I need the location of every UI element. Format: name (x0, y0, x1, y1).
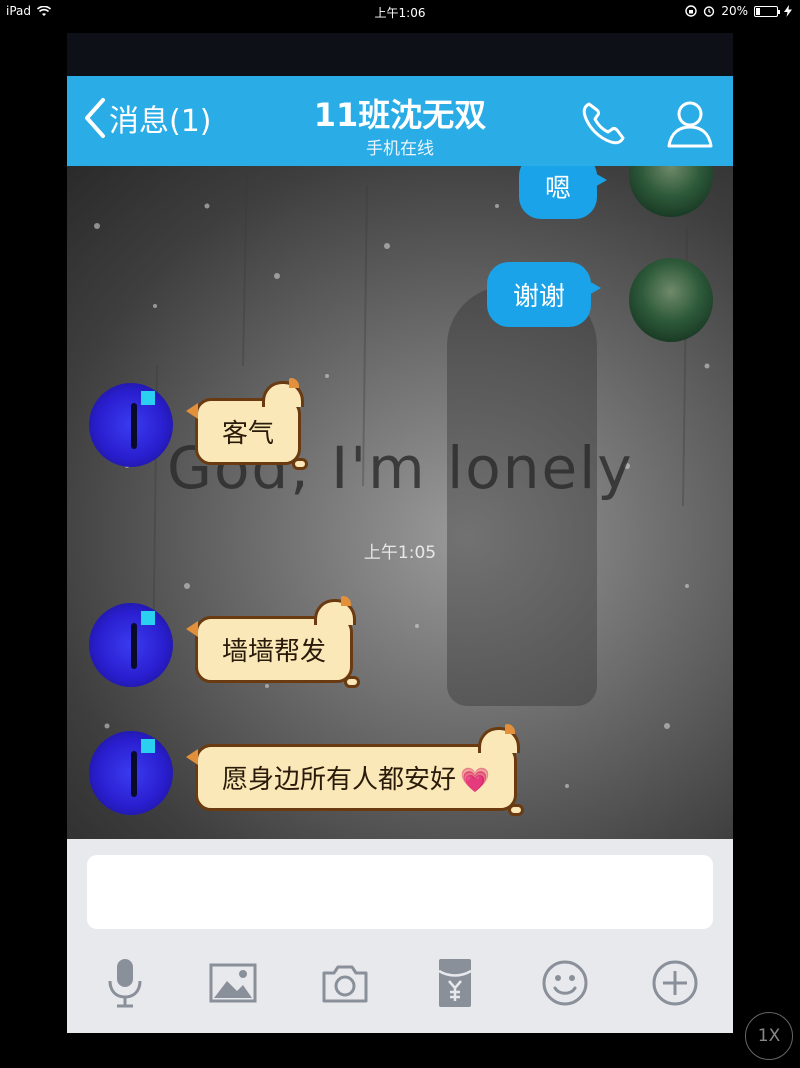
heart-emoji: 💗 (460, 766, 490, 794)
message-text: 客气 (222, 419, 275, 449)
message-text: 愿身边所有人都安好 (222, 765, 457, 795)
message-bubble-out[interactable]: 嗯 (519, 166, 608, 219)
status-right: 20% (685, 4, 792, 18)
charging-icon (784, 5, 792, 17)
zoom-label: 1X (757, 1026, 781, 1046)
battery-icon (754, 5, 780, 17)
message-text: 墙墙帮发 (222, 637, 327, 667)
phone-icon[interactable] (577, 96, 631, 150)
status-bar: iPad 上午1:06 20% (0, 0, 800, 22)
nav-bar: 消息(1) 11班沈无双 手机在线 (67, 76, 733, 166)
chat-title: 11班沈无双 (313, 96, 487, 134)
app-window: 消息(1) 11班沈无双 手机在线 God, I'm lonely 嗯 谢谢 客… (67, 33, 733, 1033)
avatar-peer[interactable] (89, 383, 173, 467)
avatar-peer[interactable] (89, 731, 173, 815)
camera-icon[interactable] (321, 957, 369, 1009)
app-top-strip (67, 33, 733, 76)
image-icon[interactable] (209, 957, 257, 1009)
rotation-lock-icon (685, 5, 698, 17)
status-time: 上午1:06 (374, 6, 426, 20)
message-bubble-out[interactable]: 谢谢 (487, 262, 602, 327)
red-packet-icon[interactable] (431, 957, 479, 1009)
battery-percent: 20% (721, 4, 748, 18)
chat-area[interactable]: God, I'm lonely 嗯 谢谢 客气 上午1:05 墙墙帮发 愿身边所… (67, 166, 733, 839)
message-input[interactable] (87, 855, 713, 929)
message-timestamp: 上午1:05 (363, 543, 437, 563)
profile-icon[interactable] (663, 96, 717, 150)
rain-background (94, 166, 710, 788)
plus-icon[interactable] (651, 957, 699, 1009)
message-bubble-in[interactable]: 墙墙帮发 (186, 596, 361, 688)
input-bar (67, 839, 733, 1033)
microphone-icon[interactable] (101, 957, 149, 1009)
alarm-icon (704, 6, 715, 17)
zoom-toggle-button[interactable]: 1X (745, 1012, 793, 1060)
message-bubble-in[interactable]: 愿身边所有人都安好 💗 (186, 724, 524, 816)
avatar-self[interactable] (629, 258, 713, 342)
avatar-peer[interactable] (89, 603, 173, 687)
emoji-icon[interactable] (541, 957, 589, 1009)
chat-subtitle: 手机在线 (366, 139, 434, 159)
message-bubble-in[interactable]: 客气 (186, 378, 309, 470)
